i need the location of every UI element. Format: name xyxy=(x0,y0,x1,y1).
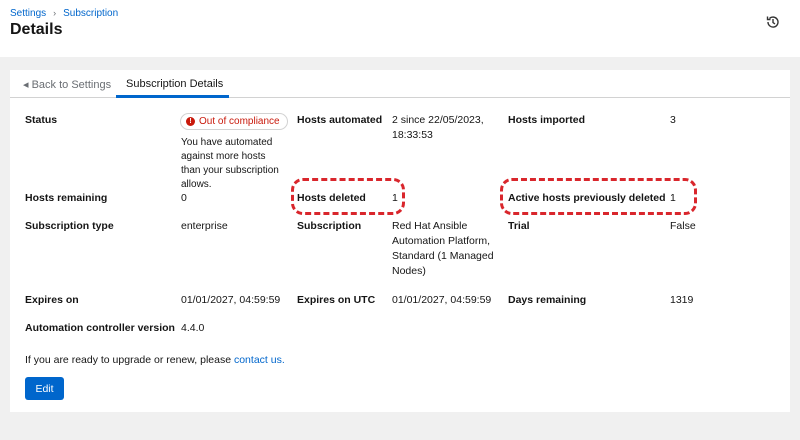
status-label: Status xyxy=(25,114,58,126)
breadcrumb-subscription[interactable]: Subscription xyxy=(63,8,118,19)
tab-bar: ◂ Back to Settings Subscription Details xyxy=(10,70,790,98)
expires-on-label: Expires on xyxy=(25,294,79,306)
expires-on-utc-label: Expires on UTC xyxy=(297,294,376,306)
page-header: Settings › Subscription Details xyxy=(0,0,800,57)
days-remaining-value: 1319 xyxy=(670,294,694,306)
subscription-value: Red Hat Ansible Automation Platform, Sta… xyxy=(392,220,494,277)
tab-label: Back to Settings xyxy=(31,79,112,91)
breadcrumb: Settings › Subscription xyxy=(10,8,118,19)
subscription-details-card: ◂ Back to Settings Subscription Details … xyxy=(10,70,790,412)
expires-on-utc-value: 01/01/2027, 04:59:59 xyxy=(392,294,492,306)
history-icon[interactable] xyxy=(765,14,781,30)
subscription-label: Subscription xyxy=(297,220,362,232)
renew-text: If you are ready to upgrade or renew, pl… xyxy=(25,354,234,366)
chevron-right-icon: › xyxy=(53,8,57,18)
tab-back-to-settings[interactable]: ◂ Back to Settings xyxy=(23,78,111,91)
highlight-hosts-deleted xyxy=(291,178,405,215)
hosts-imported-label: Hosts imported xyxy=(508,114,586,126)
hosts-remaining-value: 0 xyxy=(181,192,187,204)
status-badge-text: Out of compliance xyxy=(199,116,280,127)
controller-version-value: 4.4.0 xyxy=(181,322,205,334)
trial-label: Trial xyxy=(508,220,530,232)
hosts-remaining-label: Hosts remaining xyxy=(25,192,108,204)
exclamation-circle-icon: ! xyxy=(186,117,195,126)
edit-button[interactable]: Edit xyxy=(25,377,64,400)
breadcrumb-settings[interactable]: Settings xyxy=(10,8,46,19)
status-badge: ! Out of compliance xyxy=(180,113,288,130)
caret-left-icon: ◂ xyxy=(23,79,29,91)
expires-on-value: 01/01/2027, 04:59:59 xyxy=(181,294,281,306)
subscription-type-value: enterprise xyxy=(181,220,228,232)
controller-version-label: Automation controller version xyxy=(25,322,175,334)
subscription-type-label: Subscription type xyxy=(25,220,114,232)
hosts-automated-value: 2 since 22/05/2023, 18:33:53 xyxy=(392,114,484,141)
status-note: You have automated against more hosts th… xyxy=(181,137,279,190)
hosts-imported-value: 3 xyxy=(670,114,676,126)
page-title: Details xyxy=(10,21,63,38)
days-remaining-label: Days remaining xyxy=(508,294,587,306)
hosts-automated-label: Hosts automated xyxy=(297,114,383,126)
active-tab-indicator xyxy=(116,95,229,98)
trial-value: False xyxy=(670,220,696,232)
contact-us-link[interactable]: contact us. xyxy=(234,354,285,366)
renew-message: If you are ready to upgrade or renew, pl… xyxy=(25,353,285,368)
tab-subscription-details[interactable]: Subscription Details xyxy=(126,78,223,90)
highlight-active-hosts-previously-deleted xyxy=(500,178,697,215)
